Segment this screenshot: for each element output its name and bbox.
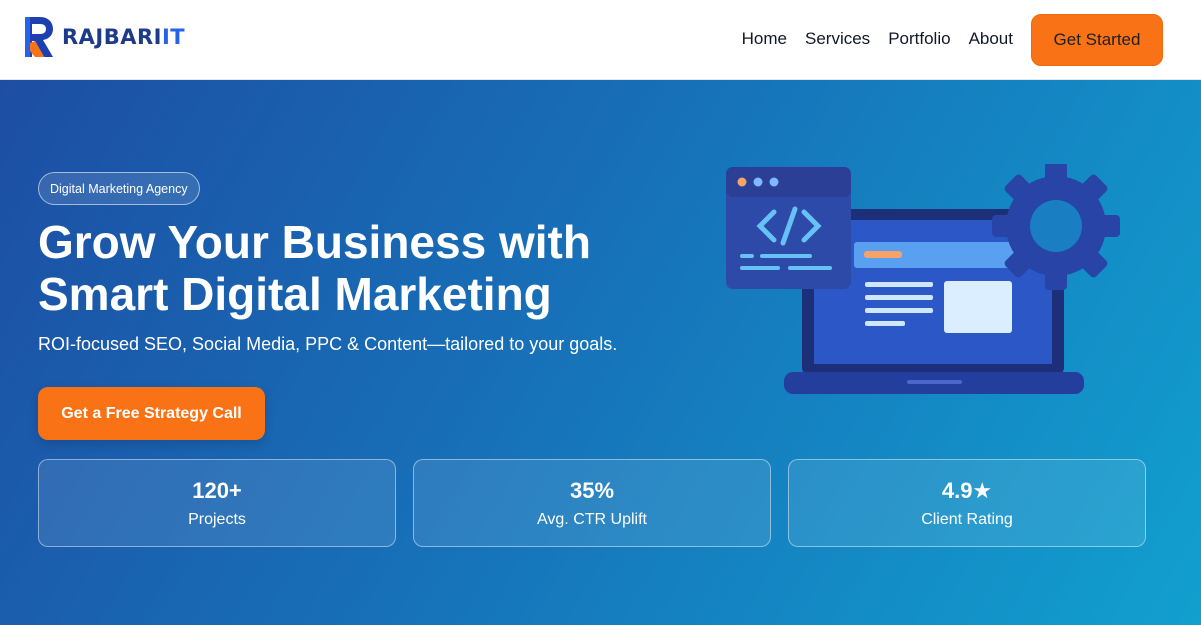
logo-mark-icon bbox=[25, 17, 53, 57]
stat-label: Projects bbox=[188, 511, 246, 528]
get-started-button[interactable]: Get Started bbox=[1031, 14, 1163, 66]
hero-section: Digital Marketing Agency Grow Your Busin… bbox=[0, 80, 1201, 625]
stat-label: Avg. CTR Uplift bbox=[537, 511, 647, 528]
brand-logo[interactable]: RAJBARIIT bbox=[22, 15, 185, 59]
stat-label: Client Rating bbox=[921, 511, 1013, 528]
code-window-icon bbox=[726, 167, 851, 289]
gear-icon bbox=[992, 164, 1120, 290]
hero-illustration bbox=[726, 164, 1120, 394]
headline-line-1: Grow Your Business with bbox=[38, 216, 591, 268]
free-strategy-call-button[interactable]: Get a Free Strategy Call bbox=[38, 387, 265, 440]
stat-card-client-rating: 4.9★ Client Rating bbox=[788, 459, 1146, 547]
stat-value: 35% bbox=[569, 478, 615, 503]
nav-about[interactable]: About bbox=[969, 29, 1013, 49]
nav-services[interactable]: Services bbox=[805, 29, 870, 49]
nav-portfolio[interactable]: Portfolio bbox=[888, 29, 950, 49]
nav-home[interactable]: Home bbox=[742, 29, 787, 49]
stat-card-ctr-uplift: 35% Avg. CTR Uplift bbox=[413, 459, 771, 547]
stat-card-projects: 120+ Projects bbox=[38, 459, 396, 547]
hero-badge: Digital Marketing Agency bbox=[38, 172, 200, 205]
main-nav: Home Services Portfolio About bbox=[742, 29, 1013, 49]
stat-value: 120+ bbox=[192, 478, 242, 503]
headline-line-2: Smart Digital Marketing bbox=[38, 268, 552, 320]
hero-subheadline: ROI-focused SEO, Social Media, PPC & Con… bbox=[38, 334, 618, 354]
brand-name: RAJBARIIT bbox=[62, 25, 186, 49]
hero-headline: Grow Your Business with Smart Digital Ma… bbox=[38, 216, 678, 320]
site-header: RAJBARIIT Home Services Portfolio About … bbox=[0, 0, 1201, 80]
stat-value: 4.9★ bbox=[941, 478, 993, 503]
